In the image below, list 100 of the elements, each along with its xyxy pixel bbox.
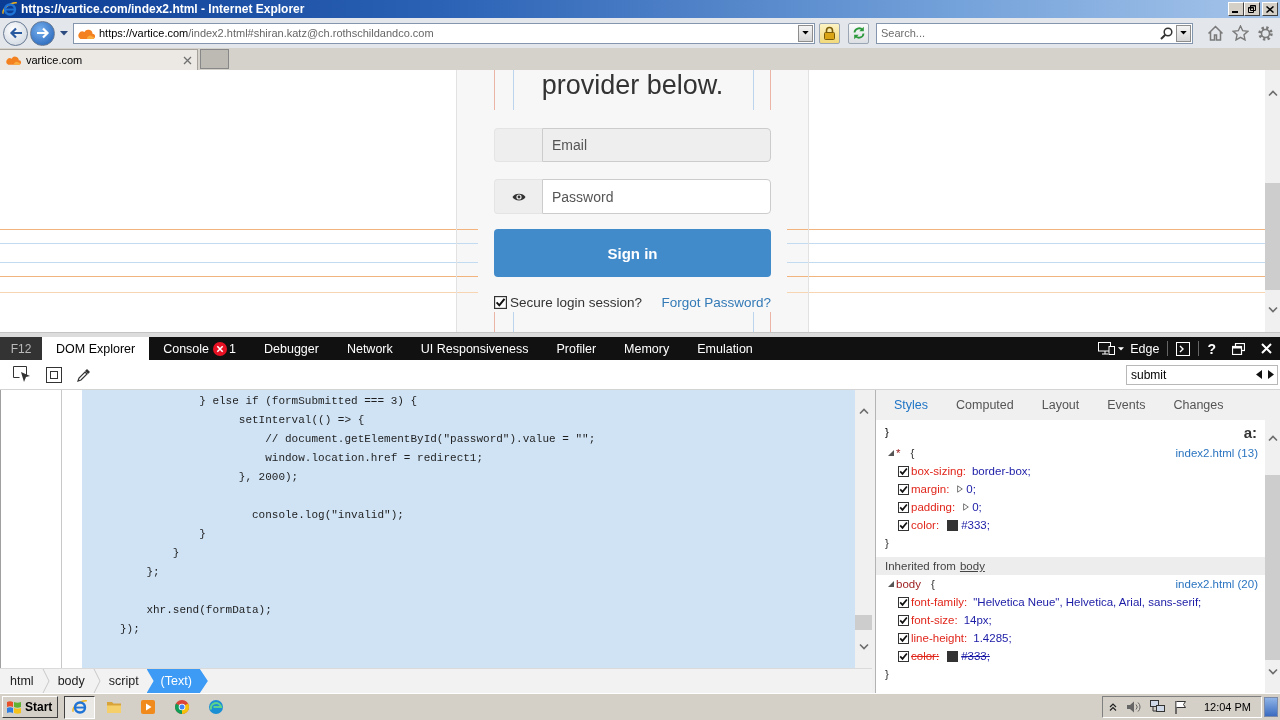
- devtools-tab[interactable]: Network: [332, 337, 407, 360]
- source-link[interactable]: index2.html (20): [1175, 578, 1258, 590]
- devtools-tab[interactable]: Emulation: [683, 337, 767, 360]
- panel-tab[interactable]: Changes: [1159, 390, 1238, 420]
- property-checkbox[interactable]: [898, 465, 909, 477]
- property-checkbox[interactable]: [898, 596, 909, 608]
- panel-tab[interactable]: Computed: [942, 390, 1028, 420]
- taskbar-button[interactable]: [64, 695, 95, 719]
- flag-icon[interactable]: [1173, 700, 1187, 714]
- color-picker-button[interactable]: [77, 367, 91, 382]
- settings-button[interactable]: [1257, 24, 1274, 42]
- password-field[interactable]: Password: [542, 179, 771, 214]
- pseudo-class-toggle[interactable]: a:: [1243, 423, 1257, 441]
- back-button[interactable]: [3, 20, 28, 46]
- property-checkbox[interactable]: [898, 501, 909, 513]
- chevron-down-icon[interactable]: [858, 643, 869, 651]
- find-field[interactable]: submit: [1126, 364, 1278, 385]
- triangle-left-icon: [1256, 370, 1262, 379]
- close-icon: [1261, 343, 1272, 354]
- address-field[interactable]: https://vartice.com/index2.html#shiran.katz@ch.rothschildandco.com: [73, 22, 815, 44]
- property-checkbox[interactable]: [898, 483, 909, 495]
- breadcrumb-item[interactable]: html: [2, 669, 42, 693]
- clock: 12:04 PM: [1203, 701, 1251, 713]
- search-icon[interactable]: [1160, 26, 1173, 40]
- refresh-button[interactable]: [848, 22, 869, 44]
- property-checkbox[interactable]: [898, 519, 909, 531]
- cloud-icon: [78, 27, 95, 39]
- help-button[interactable]: ?: [1199, 337, 1224, 360]
- address-dropdown-button[interactable]: [798, 24, 813, 42]
- property-checkbox[interactable]: [898, 614, 909, 626]
- property-checkbox[interactable]: [898, 632, 909, 644]
- chevron-down-icon[interactable]: [1267, 306, 1278, 314]
- breadcrumb-item[interactable]: body: [49, 669, 93, 693]
- close-brace: }: [885, 426, 889, 438]
- find-input[interactable]: submit: [1131, 366, 1253, 383]
- forgot-password-link[interactable]: Forgot Password?: [661, 294, 771, 310]
- chevron-down-icon[interactable]: [1267, 668, 1278, 676]
- window-title: https://vartice.com/index2.html - Internet Explorer: [21, 2, 305, 16]
- devtools-tab[interactable]: Profiler: [542, 337, 611, 360]
- scrollbar[interactable]: [1265, 70, 1280, 332]
- search-input[interactable]: Search...: [881, 25, 1160, 41]
- scrollbar-thumb[interactable]: [1265, 475, 1280, 660]
- devtools-tab[interactable]: Console 1: [149, 337, 250, 360]
- document-mode-dropdown[interactable]: Edge: [1090, 337, 1168, 360]
- network-icon[interactable]: [1149, 700, 1165, 714]
- scrollbar-thumb[interactable]: [855, 615, 872, 630]
- browser-icon: [173, 699, 190, 715]
- browser-logo-icon: [71, 699, 88, 715]
- secure-session-checkbox[interactable]: [494, 295, 507, 309]
- expand-triangle-icon[interactable]: [888, 450, 894, 456]
- start-button[interactable]: Start: [2, 696, 58, 718]
- property-name: font-size:: [911, 614, 958, 626]
- devtools-tab[interactable]: Memory: [610, 337, 684, 360]
- close-brace: }: [885, 537, 889, 549]
- cloud-icon: [6, 55, 21, 65]
- security-button[interactable]: [819, 22, 840, 44]
- history-dropdown[interactable]: [60, 30, 68, 36]
- scrollbar-thumb[interactable]: [1265, 183, 1280, 290]
- folder-icon: [105, 700, 122, 714]
- devtools-tab[interactable]: DOM Explorer: [42, 337, 150, 360]
- devtools-tab[interactable]: Debugger: [250, 337, 333, 360]
- next-match-button[interactable]: [1265, 370, 1277, 379]
- expand-triangle-icon[interactable]: [963, 503, 970, 511]
- devtools-tab[interactable]: UI Responsiveness: [406, 337, 543, 360]
- media-player-icon: [139, 699, 156, 715]
- sign-in-button[interactable]: Sign in: [494, 229, 771, 277]
- panel-tab[interactable]: Events: [1093, 390, 1160, 420]
- source-link[interactable]: index2.html (13): [1175, 447, 1258, 459]
- scrollbar[interactable]: [1265, 420, 1280, 693]
- panel-tab[interactable]: Layout: [1027, 390, 1094, 420]
- scrollbar[interactable]: [855, 390, 872, 668]
- close-button[interactable]: [1262, 2, 1278, 16]
- select-element-button[interactable]: [13, 366, 31, 383]
- search-dropdown-button[interactable]: [1176, 24, 1191, 42]
- forward-button[interactable]: [30, 20, 55, 46]
- chevron-up-icon[interactable]: [1108, 703, 1117, 711]
- lock-icon: [823, 26, 836, 40]
- expand-triangle-icon[interactable]: [957, 485, 964, 493]
- restore-icon: [1232, 342, 1245, 355]
- property-name: padding:: [911, 501, 956, 513]
- inherited-source-link[interactable]: body: [959, 560, 985, 572]
- browser-tab[interactable]: vartice.com: [0, 49, 198, 70]
- color-swatch-icon[interactable]: [947, 519, 959, 531]
- property-value: 1.4285;: [973, 632, 1012, 644]
- expand-triangle-icon[interactable]: [888, 581, 894, 587]
- minimize-button[interactable]: [1228, 2, 1244, 16]
- home-button[interactable]: [1207, 25, 1224, 41]
- caret-icon: [60, 30, 68, 36]
- open-brace: {: [910, 447, 915, 459]
- property-checkbox[interactable]: [898, 650, 909, 662]
- previous-match-button[interactable]: [1253, 370, 1265, 379]
- restore-button[interactable]: [1244, 2, 1260, 16]
- close-tab-button[interactable]: [183, 55, 192, 65]
- breadcrumb-item[interactable]: script: [100, 669, 147, 693]
- highlight-box-button[interactable]: [46, 366, 62, 383]
- color-swatch-icon[interactable]: [947, 650, 959, 662]
- search-field[interactable]: Search...: [876, 22, 1193, 44]
- speaker-icon[interactable]: [1125, 700, 1141, 714]
- panel-tab[interactable]: Styles: [880, 390, 943, 420]
- favorites-button[interactable]: [1232, 25, 1249, 41]
